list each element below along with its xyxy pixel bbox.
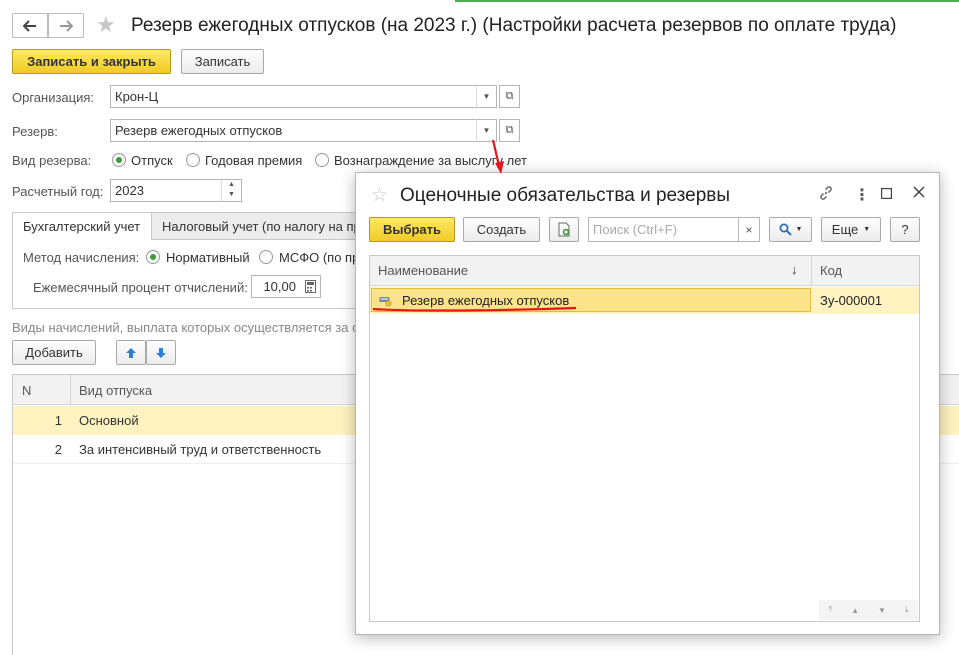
annotation-overlay xyxy=(372,139,577,312)
annotation-arrow xyxy=(491,139,504,174)
annotation-underline xyxy=(372,306,577,312)
